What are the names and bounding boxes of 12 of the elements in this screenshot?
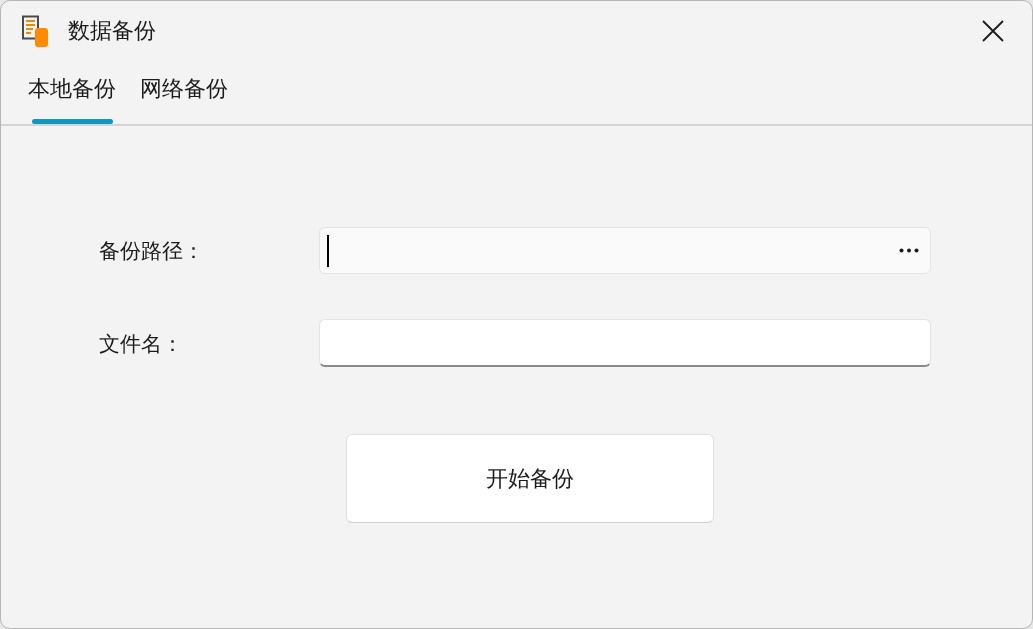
window-title: 数据备份	[68, 20, 156, 42]
close-icon	[982, 20, 1004, 42]
field-label: 备份路径：	[99, 240, 205, 261]
ellipsis-icon[interactable]	[899, 248, 919, 253]
input-field[interactable]	[319, 319, 931, 367]
start-backup-button[interactable]: 开始备份	[346, 434, 714, 523]
tab[interactable]: 本地备份	[28, 61, 116, 124]
path-input-field[interactable]	[319, 227, 931, 274]
field-label: 文件名：	[99, 332, 184, 354]
document-icon	[21, 14, 49, 48]
tab[interactable]: 网络备份	[140, 61, 228, 124]
text-caret-icon	[327, 234, 329, 267]
